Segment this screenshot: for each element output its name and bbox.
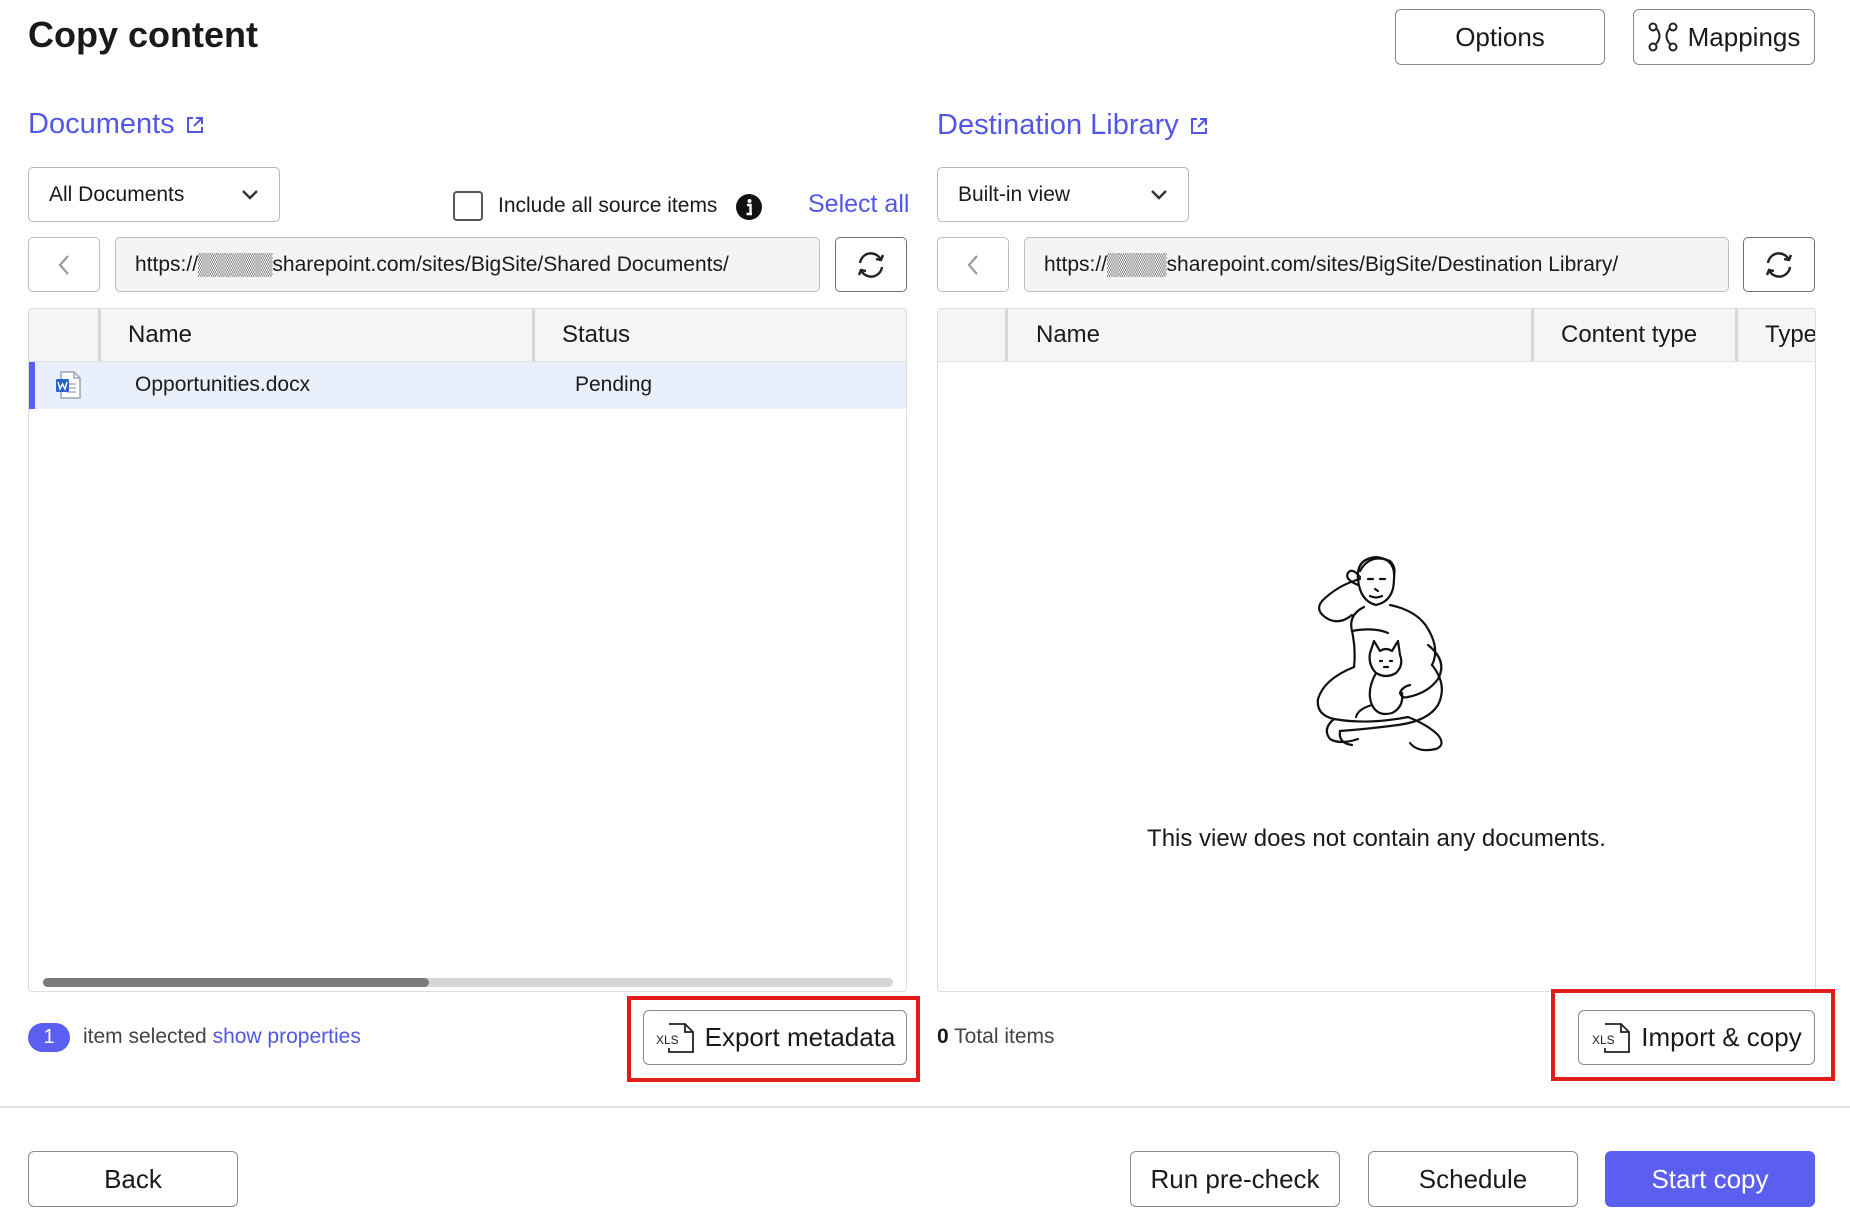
row-name: Opportunities.docx xyxy=(135,373,311,396)
options-label: Options xyxy=(1455,21,1545,52)
run-precheck-button[interactable]: Run pre-check xyxy=(1130,1151,1340,1207)
source-url-field[interactable]: https://▒▒▒▒▒sharepoint.com/sites/BigSit… xyxy=(115,237,820,292)
destination-url-text: https://▒▒▒▒sharepoint.com/sites/BigSite… xyxy=(1044,252,1619,276)
options-button[interactable]: Options xyxy=(1395,9,1605,65)
column-separator[interactable] xyxy=(1735,309,1738,361)
source-library-link[interactable]: Documents xyxy=(28,108,205,141)
start-copy-label: Start copy xyxy=(1651,1163,1769,1194)
scrollbar-thumb[interactable] xyxy=(43,978,429,987)
external-link-icon xyxy=(186,116,203,133)
schedule-label: Schedule xyxy=(1418,1163,1528,1194)
source-view-dropdown[interactable]: All Documents xyxy=(28,167,280,222)
source-url-text: https://▒▒▒▒▒sharepoint.com/sites/BigSit… xyxy=(135,252,729,276)
page-title: Copy content xyxy=(28,14,258,55)
run-precheck-label: Run pre-check xyxy=(1150,1163,1320,1194)
refresh-icon xyxy=(1765,251,1793,278)
column-header-type[interactable]: Type xyxy=(1765,309,1815,361)
source-grid-header: Name Status xyxy=(29,309,906,362)
chevron-down-icon xyxy=(1151,189,1167,200)
source-view-value: All Documents xyxy=(49,182,185,206)
destination-library-link[interactable]: Destination Library xyxy=(937,109,1209,142)
selection-summary: item selected show properties xyxy=(83,1025,361,1049)
chevron-left-icon xyxy=(58,254,69,275)
column-header-status[interactable]: Status xyxy=(562,309,630,361)
column-separator[interactable] xyxy=(1005,309,1008,361)
footer-divider xyxy=(0,1106,1850,1108)
empty-state-illustration xyxy=(1316,555,1443,752)
column-header-name[interactable]: Name xyxy=(1036,309,1100,361)
column-separator[interactable] xyxy=(98,309,101,361)
schedule-button[interactable]: Schedule xyxy=(1368,1151,1578,1207)
external-link-icon xyxy=(1190,117,1207,134)
empty-state-message: This view does not contain any documents… xyxy=(1147,825,1606,852)
destination-grid: Name Content type Type This view does no… xyxy=(937,308,1816,992)
destination-refresh-button[interactable] xyxy=(1743,237,1815,292)
column-separator[interactable] xyxy=(1531,309,1534,361)
total-label: Total items xyxy=(954,1025,1055,1048)
mappings-button[interactable]: Mappings xyxy=(1633,9,1815,65)
include-all-checkbox[interactable] xyxy=(453,191,483,221)
info-icon[interactable] xyxy=(735,193,763,221)
chevron-down-icon xyxy=(242,189,258,200)
source-refresh-button[interactable] xyxy=(835,237,907,292)
column-header-name[interactable]: Name xyxy=(128,309,192,361)
refresh-icon xyxy=(857,251,885,278)
destination-view-dropdown[interactable]: Built-in view xyxy=(937,167,1189,222)
selected-count: 1 xyxy=(43,1026,55,1048)
source-back-nav-button[interactable] xyxy=(28,237,100,292)
word-doc-icon xyxy=(56,371,81,399)
select-all-link[interactable]: Select all xyxy=(808,190,909,219)
source-grid: Name Status Opportunities.docx Pending xyxy=(28,308,907,992)
selected-count-badge: 1 xyxy=(28,1023,70,1052)
destination-back-nav-button[interactable] xyxy=(937,237,1009,292)
chevron-left-icon xyxy=(967,254,978,275)
back-label: Back xyxy=(104,1163,162,1194)
column-separator[interactable] xyxy=(532,309,535,361)
back-button[interactable]: Back xyxy=(28,1151,238,1207)
horizontal-scrollbar[interactable] xyxy=(43,978,893,987)
import-highlight-box xyxy=(1551,989,1835,1081)
start-copy-button[interactable]: Start copy xyxy=(1605,1151,1815,1207)
include-all-label: Include all source items xyxy=(498,194,718,217)
total-items-summary: 0 Total items xyxy=(937,1025,1055,1049)
mappings-icon xyxy=(1648,22,1678,52)
column-header-content-type[interactable]: Content type xyxy=(1561,309,1697,361)
show-properties-link[interactable]: show properties xyxy=(213,1025,361,1048)
mappings-label: Mappings xyxy=(1687,21,1801,52)
destination-view-value: Built-in view xyxy=(958,182,1071,206)
total-count: 0 xyxy=(937,1025,949,1048)
source-library-title: Documents xyxy=(28,108,175,140)
export-highlight-box xyxy=(627,996,920,1082)
destination-grid-header: Name Content type Type xyxy=(938,309,1815,362)
selected-text: item selected xyxy=(83,1025,207,1048)
destination-library-title: Destination Library xyxy=(937,109,1179,141)
table-row[interactable]: Opportunities.docx Pending xyxy=(29,362,906,409)
destination-url-field[interactable]: https://▒▒▒▒sharepoint.com/sites/BigSite… xyxy=(1024,237,1729,292)
row-status: Pending xyxy=(575,373,653,396)
